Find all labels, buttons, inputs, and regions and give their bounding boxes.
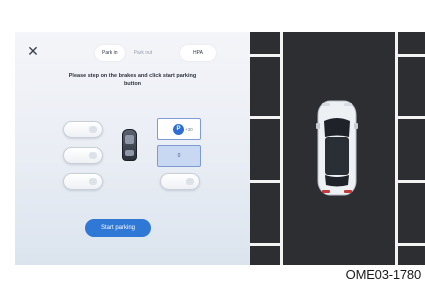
start-parking-button[interactable]: Start parking — [85, 219, 151, 237]
close-icon[interactable]: ✕ — [25, 44, 41, 60]
parking-slot-selected[interactable]: P +30 — [157, 118, 201, 140]
stall-line — [250, 116, 282, 119]
parking-slot-left-top[interactable] — [63, 121, 103, 138]
lane-line-left — [280, 32, 283, 265]
stall-line — [395, 243, 425, 246]
vehicle-top-view — [316, 100, 358, 196]
slot-distance-label: +30 — [185, 127, 193, 132]
parking-slot-left-bottom[interactable] — [63, 173, 103, 190]
lane-line-right — [395, 32, 398, 265]
parking-p-icon: P — [173, 124, 184, 135]
screen-frame: ✕ Park in Park out HPA Please step on th… — [0, 0, 425, 288]
parking-slot-option[interactable]: 0 — [157, 145, 201, 167]
vehicle-icon — [122, 129, 137, 161]
hpa-button[interactable]: HPA — [180, 45, 216, 61]
tab-park-in[interactable]: Park in — [95, 45, 125, 61]
parking-slot-left-middle[interactable] — [63, 147, 103, 164]
stall-line — [250, 180, 282, 183]
instruction-text: Please step on the brakes and click star… — [68, 73, 197, 87]
stall-line — [395, 116, 425, 119]
stall-line — [250, 243, 282, 246]
slot-option-label: 0 — [177, 153, 181, 159]
figure-code: OME03-1780 — [345, 267, 422, 282]
tab-park-out[interactable]: Park out — [127, 45, 160, 61]
stall-line — [395, 54, 425, 57]
stall-line — [395, 180, 425, 183]
stall-line — [250, 54, 282, 57]
mode-tabs: Park in Park out — [95, 45, 193, 61]
parking-slot-right-bottom[interactable] — [160, 173, 200, 190]
